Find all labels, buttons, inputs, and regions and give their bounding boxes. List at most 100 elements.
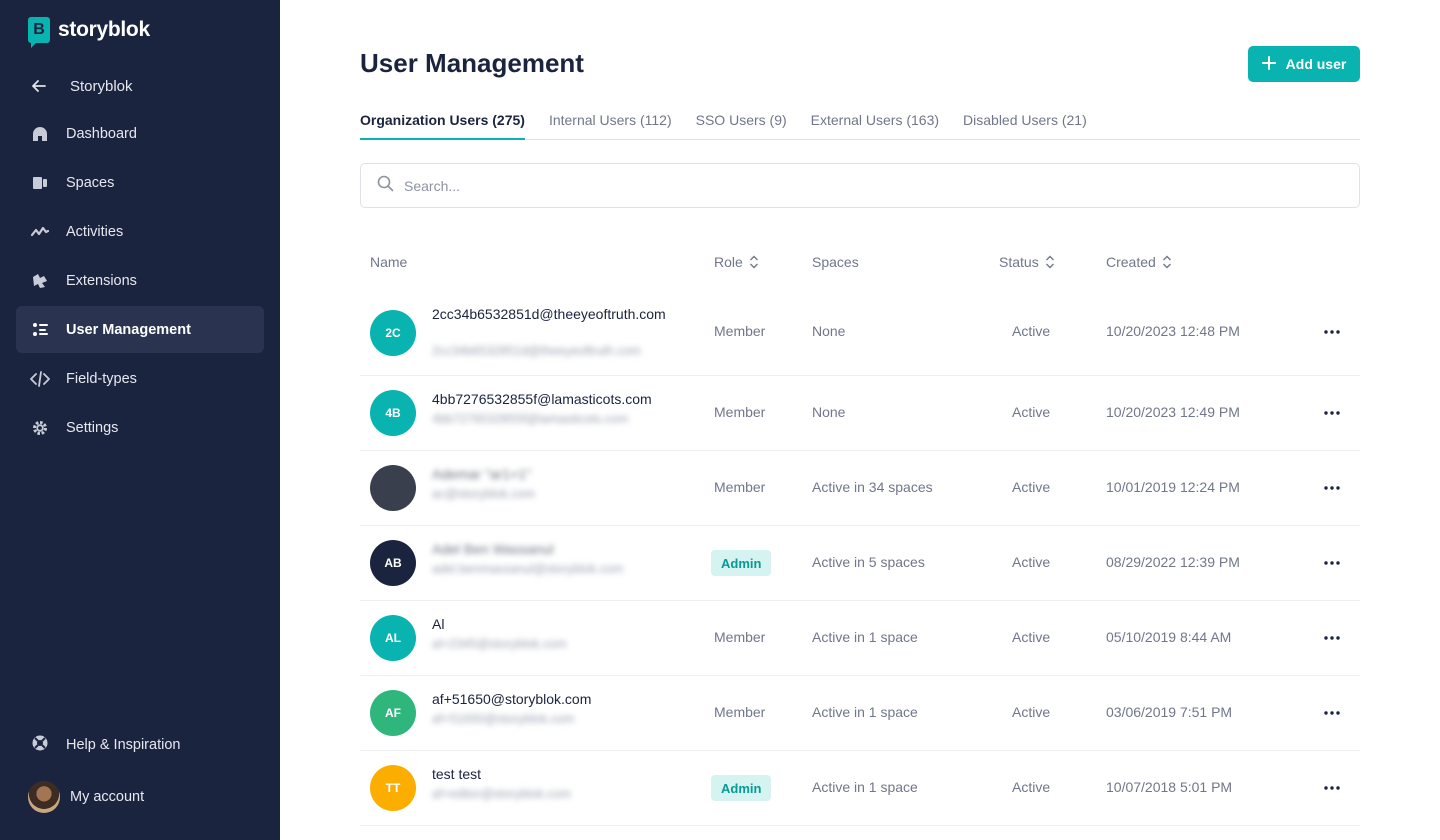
- tab-sso-users[interactable]: SSO Users (9): [696, 110, 787, 140]
- more-options-icon[interactable]: [1322, 553, 1342, 573]
- user-email: af+editor@storyblok.com: [432, 787, 571, 801]
- spaces-cell: Active in 34 spaces: [812, 479, 933, 495]
- user-email: adel.benmassanul@storyblok.com: [432, 562, 624, 576]
- back-to-storyblok[interactable]: Storyblok: [32, 74, 133, 98]
- avatar: 4B: [370, 390, 416, 436]
- role-badge: Admin: [711, 775, 772, 801]
- add-user-button[interactable]: Add user: [1248, 46, 1360, 82]
- status-cell: Active: [1012, 479, 1051, 495]
- sidebar-nav: Dashboard Spaces Activities Extensions U…: [16, 110, 264, 453]
- role-cell: Member: [714, 404, 766, 420]
- sidebar-item-user-management[interactable]: User Management: [16, 306, 264, 353]
- more-options-icon[interactable]: [1322, 628, 1342, 648]
- sidebar-item-activities[interactable]: Activities: [16, 208, 264, 255]
- sidebar-item-label: User Management: [66, 321, 191, 338]
- account-label: My account: [70, 789, 145, 805]
- search-input[interactable]: [404, 177, 1304, 194]
- tab-external-users[interactable]: External Users (163): [811, 110, 939, 140]
- user-name: 2cc34b6532851d@theeyeoftruth.com: [432, 306, 666, 322]
- user-email: 2cc34b6532851d@theeyeoftruth.com: [432, 344, 641, 358]
- status-cell: Active: [1012, 779, 1051, 795]
- logo[interactable]: B storyblok: [28, 17, 150, 48]
- avatar: AL: [370, 615, 416, 661]
- user-name: 4bb7276532855f@lamasticots.com: [432, 391, 652, 407]
- sort-icon: [1045, 255, 1054, 269]
- role-cell: Member: [714, 704, 766, 720]
- add-user-label: Add user: [1285, 56, 1347, 72]
- created-cell: 08/29/2022 12:39 PM: [1106, 554, 1240, 570]
- avatar: AB: [370, 540, 416, 586]
- created-cell: 10/20/2023 12:48 PM: [1106, 323, 1240, 339]
- avatar: [28, 781, 60, 813]
- table-row[interactable]: AB Adel Ben Wassanul adel.benmassanul@stor…: [360, 526, 1360, 601]
- avatar: TT: [370, 765, 416, 811]
- my-account[interactable]: My account: [28, 781, 144, 813]
- extensions-icon: [30, 271, 50, 291]
- table-row[interactable]: AF af+51650@storyblok.com af+51650@storybl…: [360, 676, 1360, 751]
- activities-icon: [30, 222, 50, 242]
- dashboard-icon: [30, 124, 50, 144]
- table-row[interactable]: Ademar "ar1+1" ac@storyblok.com Member Acti…: [360, 451, 1360, 526]
- gear-icon: [30, 418, 50, 438]
- tab-internal-users[interactable]: Internal Users (112): [549, 110, 672, 140]
- help-inspiration[interactable]: Help & Inspiration: [30, 733, 180, 757]
- user-email: al+2345@storyblok.com: [432, 637, 567, 651]
- sidebar-item-label: Extensions: [66, 272, 137, 289]
- column-status[interactable]: Status: [999, 254, 1055, 270]
- role-cell: Member: [714, 629, 766, 645]
- lifebuoy-icon: [30, 733, 50, 757]
- status-cell: Active: [1012, 323, 1051, 339]
- storyblok-logo-icon: B: [28, 17, 50, 48]
- avatar: [370, 465, 416, 511]
- sidebar-item-label: Spaces: [66, 174, 115, 191]
- sidebar-item-settings[interactable]: Settings: [16, 404, 264, 451]
- spaces-icon: [30, 173, 50, 193]
- status-cell: Active: [1012, 554, 1051, 570]
- table-row[interactable]: 4B 4bb7276532855f@lamasticots.com 4bb72765…: [360, 376, 1360, 451]
- user-name: Adel Ben Wassanul: [432, 541, 554, 557]
- search-icon: [377, 175, 394, 197]
- status-cell: Active: [1012, 629, 1051, 645]
- column-name: Name: [370, 254, 408, 270]
- tab-organization-users[interactable]: Organization Users (275): [360, 110, 525, 140]
- avatar: 2C: [370, 310, 416, 356]
- user-email: af+51650@storyblok.com: [432, 712, 575, 726]
- user-name: Al: [432, 616, 445, 632]
- user-name: af+51650@storyblok.com: [432, 691, 592, 707]
- sidebar-item-label: Dashboard: [66, 125, 137, 142]
- role-cell: Member: [714, 479, 766, 495]
- created-cell: 03/06/2019 7:51 PM: [1106, 704, 1233, 720]
- page-title: User Management: [360, 48, 584, 78]
- tab-disabled-users[interactable]: Disabled Users (21): [963, 110, 1087, 140]
- spaces-cell: None: [812, 404, 846, 420]
- user-name: Ademar "ar1+1": [432, 466, 532, 482]
- more-options-icon[interactable]: [1322, 703, 1342, 723]
- sidebar-item-spaces[interactable]: Spaces: [16, 159, 264, 206]
- table-row[interactable]: TT test test af+editor@storyblok.com Admin A…: [360, 751, 1360, 826]
- arrow-left-icon: [32, 74, 46, 98]
- sidebar-item-dashboard[interactable]: Dashboard: [16, 110, 264, 157]
- sidebar-item-extensions[interactable]: Extensions: [16, 257, 264, 304]
- column-role[interactable]: Role: [714, 254, 759, 270]
- user-management-icon: [30, 320, 50, 340]
- more-options-icon[interactable]: [1322, 778, 1342, 798]
- more-options-icon[interactable]: [1322, 403, 1342, 423]
- table-row[interactable]: AL Al al+2345@storyblok.com Member Active in…: [360, 601, 1360, 676]
- status-cell: Active: [1012, 704, 1051, 720]
- table-row[interactable]: 2C 2cc34b6532851d@theeyeoftruth.com 2cc34b…: [360, 295, 1360, 376]
- sidebar: B storyblok Storyblok Dashboard Spaces A…: [0, 0, 280, 840]
- sidebar-item-field-types[interactable]: Field-types: [16, 355, 264, 402]
- created-cell: 10/01/2019 12:24 PM: [1106, 479, 1240, 495]
- created-cell: 10/07/2018 5:01 PM: [1106, 779, 1233, 795]
- sidebar-item-label: Activities: [66, 223, 124, 240]
- more-options-icon[interactable]: [1322, 322, 1342, 342]
- more-options-icon[interactable]: [1322, 478, 1342, 498]
- search-box: [360, 163, 1360, 208]
- brand-name: storyblok: [58, 18, 150, 41]
- sort-icon: [749, 255, 758, 269]
- back-label: Storyblok: [70, 77, 133, 95]
- column-created[interactable]: Created: [1106, 254, 1172, 270]
- user-email: 4bb7276532855f@lamasticots.com: [432, 412, 629, 426]
- role-cell: Member: [714, 323, 766, 339]
- created-cell: 10/20/2023 12:49 PM: [1106, 404, 1240, 420]
